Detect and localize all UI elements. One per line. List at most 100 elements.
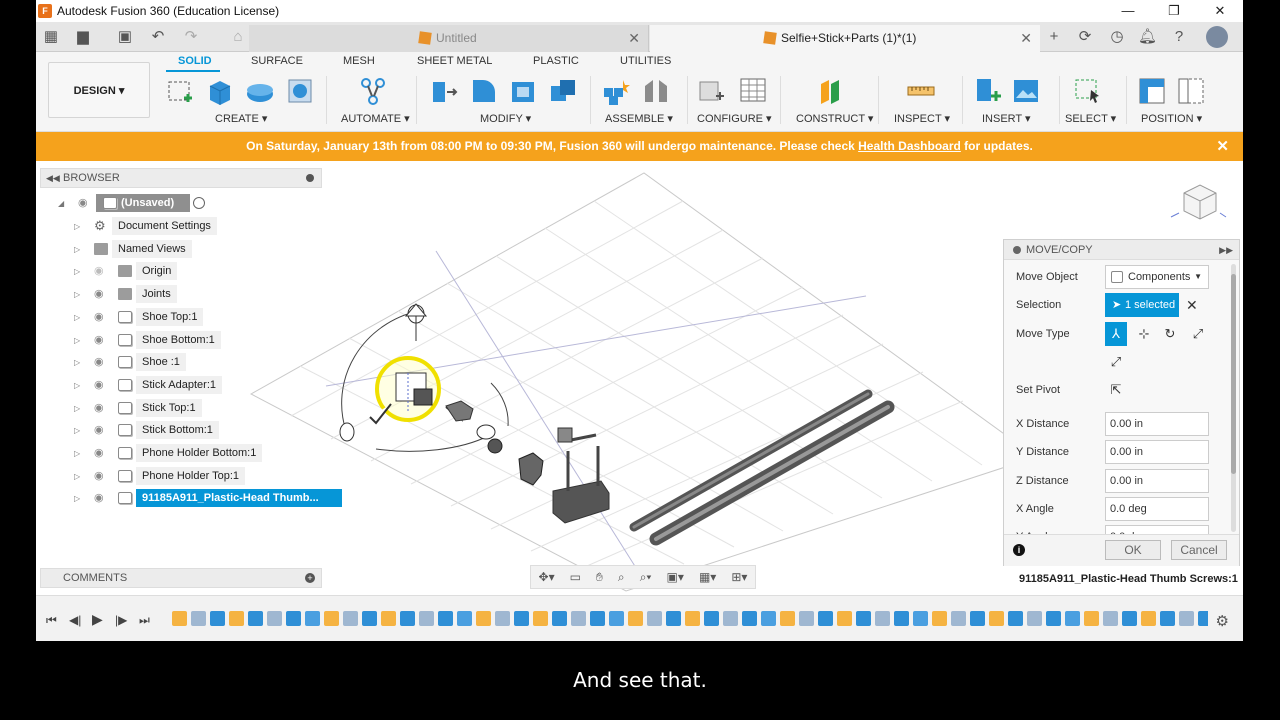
expand-caret-icon[interactable]: ▷ bbox=[74, 222, 82, 231]
health-dashboard-link[interactable]: Health Dashboard bbox=[858, 139, 961, 153]
new-component-icon[interactable] bbox=[601, 76, 631, 106]
visibility-eye-icon[interactable]: ◉ bbox=[94, 289, 108, 300]
tree-item-label[interactable]: Shoe Top:1 bbox=[136, 308, 204, 326]
timeline-feature-icon[interactable] bbox=[324, 611, 339, 626]
timeline-feature-icon[interactable] bbox=[894, 611, 909, 626]
avatar[interactable] bbox=[1206, 26, 1228, 48]
create-sketch-icon[interactable] bbox=[166, 76, 196, 106]
tree-item-label[interactable]: Document Settings bbox=[112, 217, 217, 235]
play-icon[interactable]: ▶ bbox=[92, 611, 103, 628]
expand-dialog-icon[interactable]: ▶▶ bbox=[1219, 240, 1233, 260]
point-to-position-icon[interactable]: ⤢ bbox=[1105, 350, 1127, 374]
timeline-feature-icon[interactable] bbox=[457, 611, 472, 626]
screw-part[interactable] bbox=[445, 400, 474, 422]
free-move-icon[interactable]: ⅄ bbox=[1105, 322, 1127, 346]
expand-caret-icon[interactable]: ▷ bbox=[74, 358, 82, 367]
timeline-feature-icon[interactable] bbox=[913, 611, 928, 626]
timeline-feature-icon[interactable] bbox=[210, 611, 225, 626]
selection-button[interactable]: ➤ 1 selected bbox=[1105, 293, 1179, 317]
expand-caret-icon[interactable]: ◢ bbox=[58, 199, 66, 208]
dialog-scrollbar[interactable] bbox=[1231, 264, 1236, 532]
timeline-feature-icon[interactable] bbox=[400, 611, 415, 626]
save-icon[interactable]: ▣ bbox=[116, 28, 134, 46]
cancel-button[interactable]: Cancel bbox=[1171, 540, 1227, 560]
expand-caret-icon[interactable]: ▷ bbox=[74, 404, 82, 413]
timeline-feature-icon[interactable] bbox=[1046, 611, 1061, 626]
go-to-start-icon[interactable]: ⏮ bbox=[46, 613, 57, 628]
tree-item-label[interactable]: Origin bbox=[136, 262, 178, 280]
expand-caret-icon[interactable]: ▷ bbox=[74, 472, 82, 481]
activate-radio-icon[interactable] bbox=[193, 197, 205, 209]
timeline-feature-icon[interactable] bbox=[590, 611, 605, 626]
look-at-icon[interactable]: ▭ bbox=[570, 570, 581, 584]
browser-pin-icon[interactable] bbox=[306, 174, 314, 182]
timeline-feature-icon[interactable] bbox=[818, 611, 833, 626]
timeline-feature-icon[interactable] bbox=[704, 611, 719, 626]
display-settings-icon[interactable]: ▣▾ bbox=[667, 570, 684, 584]
position-menu[interactable]: POSITION ▾ bbox=[1141, 112, 1202, 125]
timeline-feature-icon[interactable] bbox=[1179, 611, 1194, 626]
timeline-feature-icon[interactable] bbox=[172, 611, 187, 626]
expand-caret-icon[interactable]: ▷ bbox=[74, 426, 82, 435]
modify-menu[interactable]: MODIFY ▾ bbox=[480, 112, 531, 125]
timeline-feature-icon[interactable] bbox=[514, 611, 529, 626]
tree-item-label[interactable]: Stick Top:1 bbox=[136, 399, 202, 417]
extensions-icon[interactable]: ⟳ bbox=[1076, 28, 1094, 46]
visibility-eye-icon[interactable]: ◉ bbox=[94, 380, 108, 391]
timeline-feature-icon[interactable] bbox=[1122, 611, 1137, 626]
timeline-feature-icon[interactable] bbox=[666, 611, 681, 626]
go-to-end-icon[interactable]: ⏭ bbox=[139, 613, 150, 628]
tab-utilities[interactable]: UTILITIES bbox=[620, 55, 671, 67]
tree-item-label[interactable]: Stick Adapter:1 bbox=[136, 376, 222, 394]
orbit-icon[interactable]: ✥▾ bbox=[539, 570, 555, 584]
viewports-icon[interactable]: ⊞▾ bbox=[731, 570, 747, 584]
select-menu[interactable]: SELECT ▾ bbox=[1065, 112, 1116, 125]
rotate-icon[interactable]: ↻ bbox=[1159, 322, 1181, 346]
timeline-feature-icon[interactable] bbox=[609, 611, 624, 626]
hole-icon[interactable] bbox=[285, 76, 315, 106]
field-value-input[interactable]: 0.00 in bbox=[1105, 412, 1209, 436]
visibility-eye-icon[interactable]: ◉ bbox=[78, 198, 92, 209]
timeline-feature-icon[interactable] bbox=[1065, 611, 1080, 626]
expand-caret-icon[interactable]: ▷ bbox=[74, 245, 82, 254]
translate-icon[interactable]: ⊹ bbox=[1133, 322, 1155, 346]
tree-item-label[interactable]: Phone Holder Top:1 bbox=[136, 467, 246, 485]
visibility-eye-icon[interactable]: ◉ bbox=[94, 357, 108, 368]
timeline-settings-gear-icon[interactable]: ⚙ bbox=[1216, 612, 1229, 630]
tab-mesh[interactable]: MESH bbox=[343, 55, 375, 67]
tab-solid[interactable]: SOLID bbox=[178, 55, 212, 67]
configuration-table-icon[interactable] bbox=[738, 76, 768, 106]
timeline-feature-icon[interactable] bbox=[1160, 611, 1175, 626]
zoom-icon[interactable]: ⌕ bbox=[618, 570, 625, 585]
visibility-eye-icon[interactable]: ◉ bbox=[94, 425, 108, 436]
point-to-point-icon[interactable]: ⤢ bbox=[1187, 322, 1209, 346]
visibility-eye-icon[interactable]: ◉ bbox=[94, 448, 108, 459]
close-tab-icon[interactable]: ✕ bbox=[628, 25, 640, 52]
pan-icon[interactable]: ✋︎ bbox=[596, 570, 603, 585]
timeline-feature-icon[interactable] bbox=[1027, 611, 1042, 626]
construct-menu[interactable]: CONSTRUCT ▾ bbox=[796, 112, 873, 125]
timeline-feature-icon[interactable] bbox=[495, 611, 510, 626]
create-menu[interactable]: CREATE ▾ bbox=[215, 112, 267, 125]
add-comment-icon[interactable]: + bbox=[305, 573, 315, 583]
new-tab-icon[interactable]: + bbox=[1045, 28, 1063, 46]
ok-button[interactable]: OK bbox=[1105, 540, 1161, 560]
timeline-feature-icon[interactable] bbox=[932, 611, 947, 626]
tab-untitled[interactable]: Untitled ✕ bbox=[249, 25, 649, 52]
visibility-eye-icon[interactable]: ◉ bbox=[94, 403, 108, 414]
banner-close-icon[interactable]: ✕ bbox=[1216, 132, 1229, 161]
offset-plane-icon[interactable] bbox=[817, 76, 847, 106]
tab-surface[interactable]: SURFACE bbox=[251, 55, 303, 67]
tab-selfie-stick[interactable]: Selfie+Stick+Parts (1)*(1) ✕ bbox=[650, 25, 1040, 52]
expand-caret-icon[interactable]: ▷ bbox=[74, 449, 82, 458]
timeline-feature-icon[interactable] bbox=[799, 611, 814, 626]
scrollbar-thumb[interactable] bbox=[1231, 274, 1236, 474]
timeline-feature-icon[interactable] bbox=[438, 611, 453, 626]
field-value-input[interactable]: 0.0 deg bbox=[1105, 497, 1209, 521]
timeline-feature-icon[interactable] bbox=[419, 611, 434, 626]
timeline-feature-icon[interactable] bbox=[286, 611, 301, 626]
timeline-feature-icon[interactable] bbox=[742, 611, 757, 626]
expand-caret-icon[interactable]: ▷ bbox=[74, 267, 82, 276]
visibility-eye-icon[interactable]: ◉ bbox=[94, 312, 108, 323]
automate-menu[interactable]: AUTOMATE ▾ bbox=[341, 112, 410, 125]
